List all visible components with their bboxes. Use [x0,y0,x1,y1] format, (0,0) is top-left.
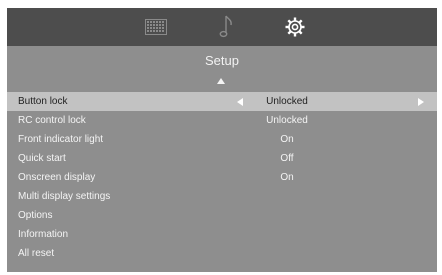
menu-item-label: Multi display settings [18,191,111,202]
menu-item-label: Quick start [18,153,66,164]
menu-item-label: Onscreen display [18,172,96,183]
menu-item-label: Button lock [18,96,68,107]
menu-item-label: Options [18,210,53,221]
menu-item-value: Off [280,153,294,164]
menu-item-label: Front indicator light [18,134,104,145]
menu-title: Setup [205,53,239,68]
settings-panel: Setup Button lock Unlocked RC control lo… [7,8,437,272]
tab-picture[interactable] [143,14,169,40]
menu-item-button-lock[interactable]: Button lock Unlocked [7,92,437,111]
menu-item-front-indicator-light[interactable]: Front indicator light On [7,130,437,149]
menu-item-all-reset[interactable]: All reset [7,244,437,263]
right-arrow-icon[interactable] [418,98,424,106]
category-tab-bar [7,8,437,46]
settings-list: Button lock Unlocked RC control lock Unl… [7,92,437,263]
picture-grid-icon [145,19,167,35]
menu-item-rc-control-lock[interactable]: RC control lock Unlocked [7,111,437,130]
menu-item-value: On [280,134,294,145]
menu-item-information[interactable]: Information [7,225,437,244]
menu-item-label: RC control lock [18,115,86,126]
menu-item-label: All reset [18,248,55,259]
tab-sound[interactable] [214,14,240,40]
menu-item-label: Information [18,229,69,240]
scroll-up-arrow-icon[interactable] [217,78,225,84]
menu-item-onscreen-display[interactable]: Onscreen display On [7,168,437,187]
menu-item-value: On [280,172,294,183]
menu-item-value: Unlocked [266,115,308,126]
menu-item-value: Unlocked [266,96,308,107]
gear-icon [284,16,306,38]
menu-item-multi-display-settings[interactable]: Multi display settings [7,187,437,206]
tab-setup[interactable] [282,14,308,40]
menu-item-quick-start[interactable]: Quick start Off [7,149,437,168]
menu-item-options[interactable]: Options [7,206,437,225]
music-note-icon [219,14,235,40]
